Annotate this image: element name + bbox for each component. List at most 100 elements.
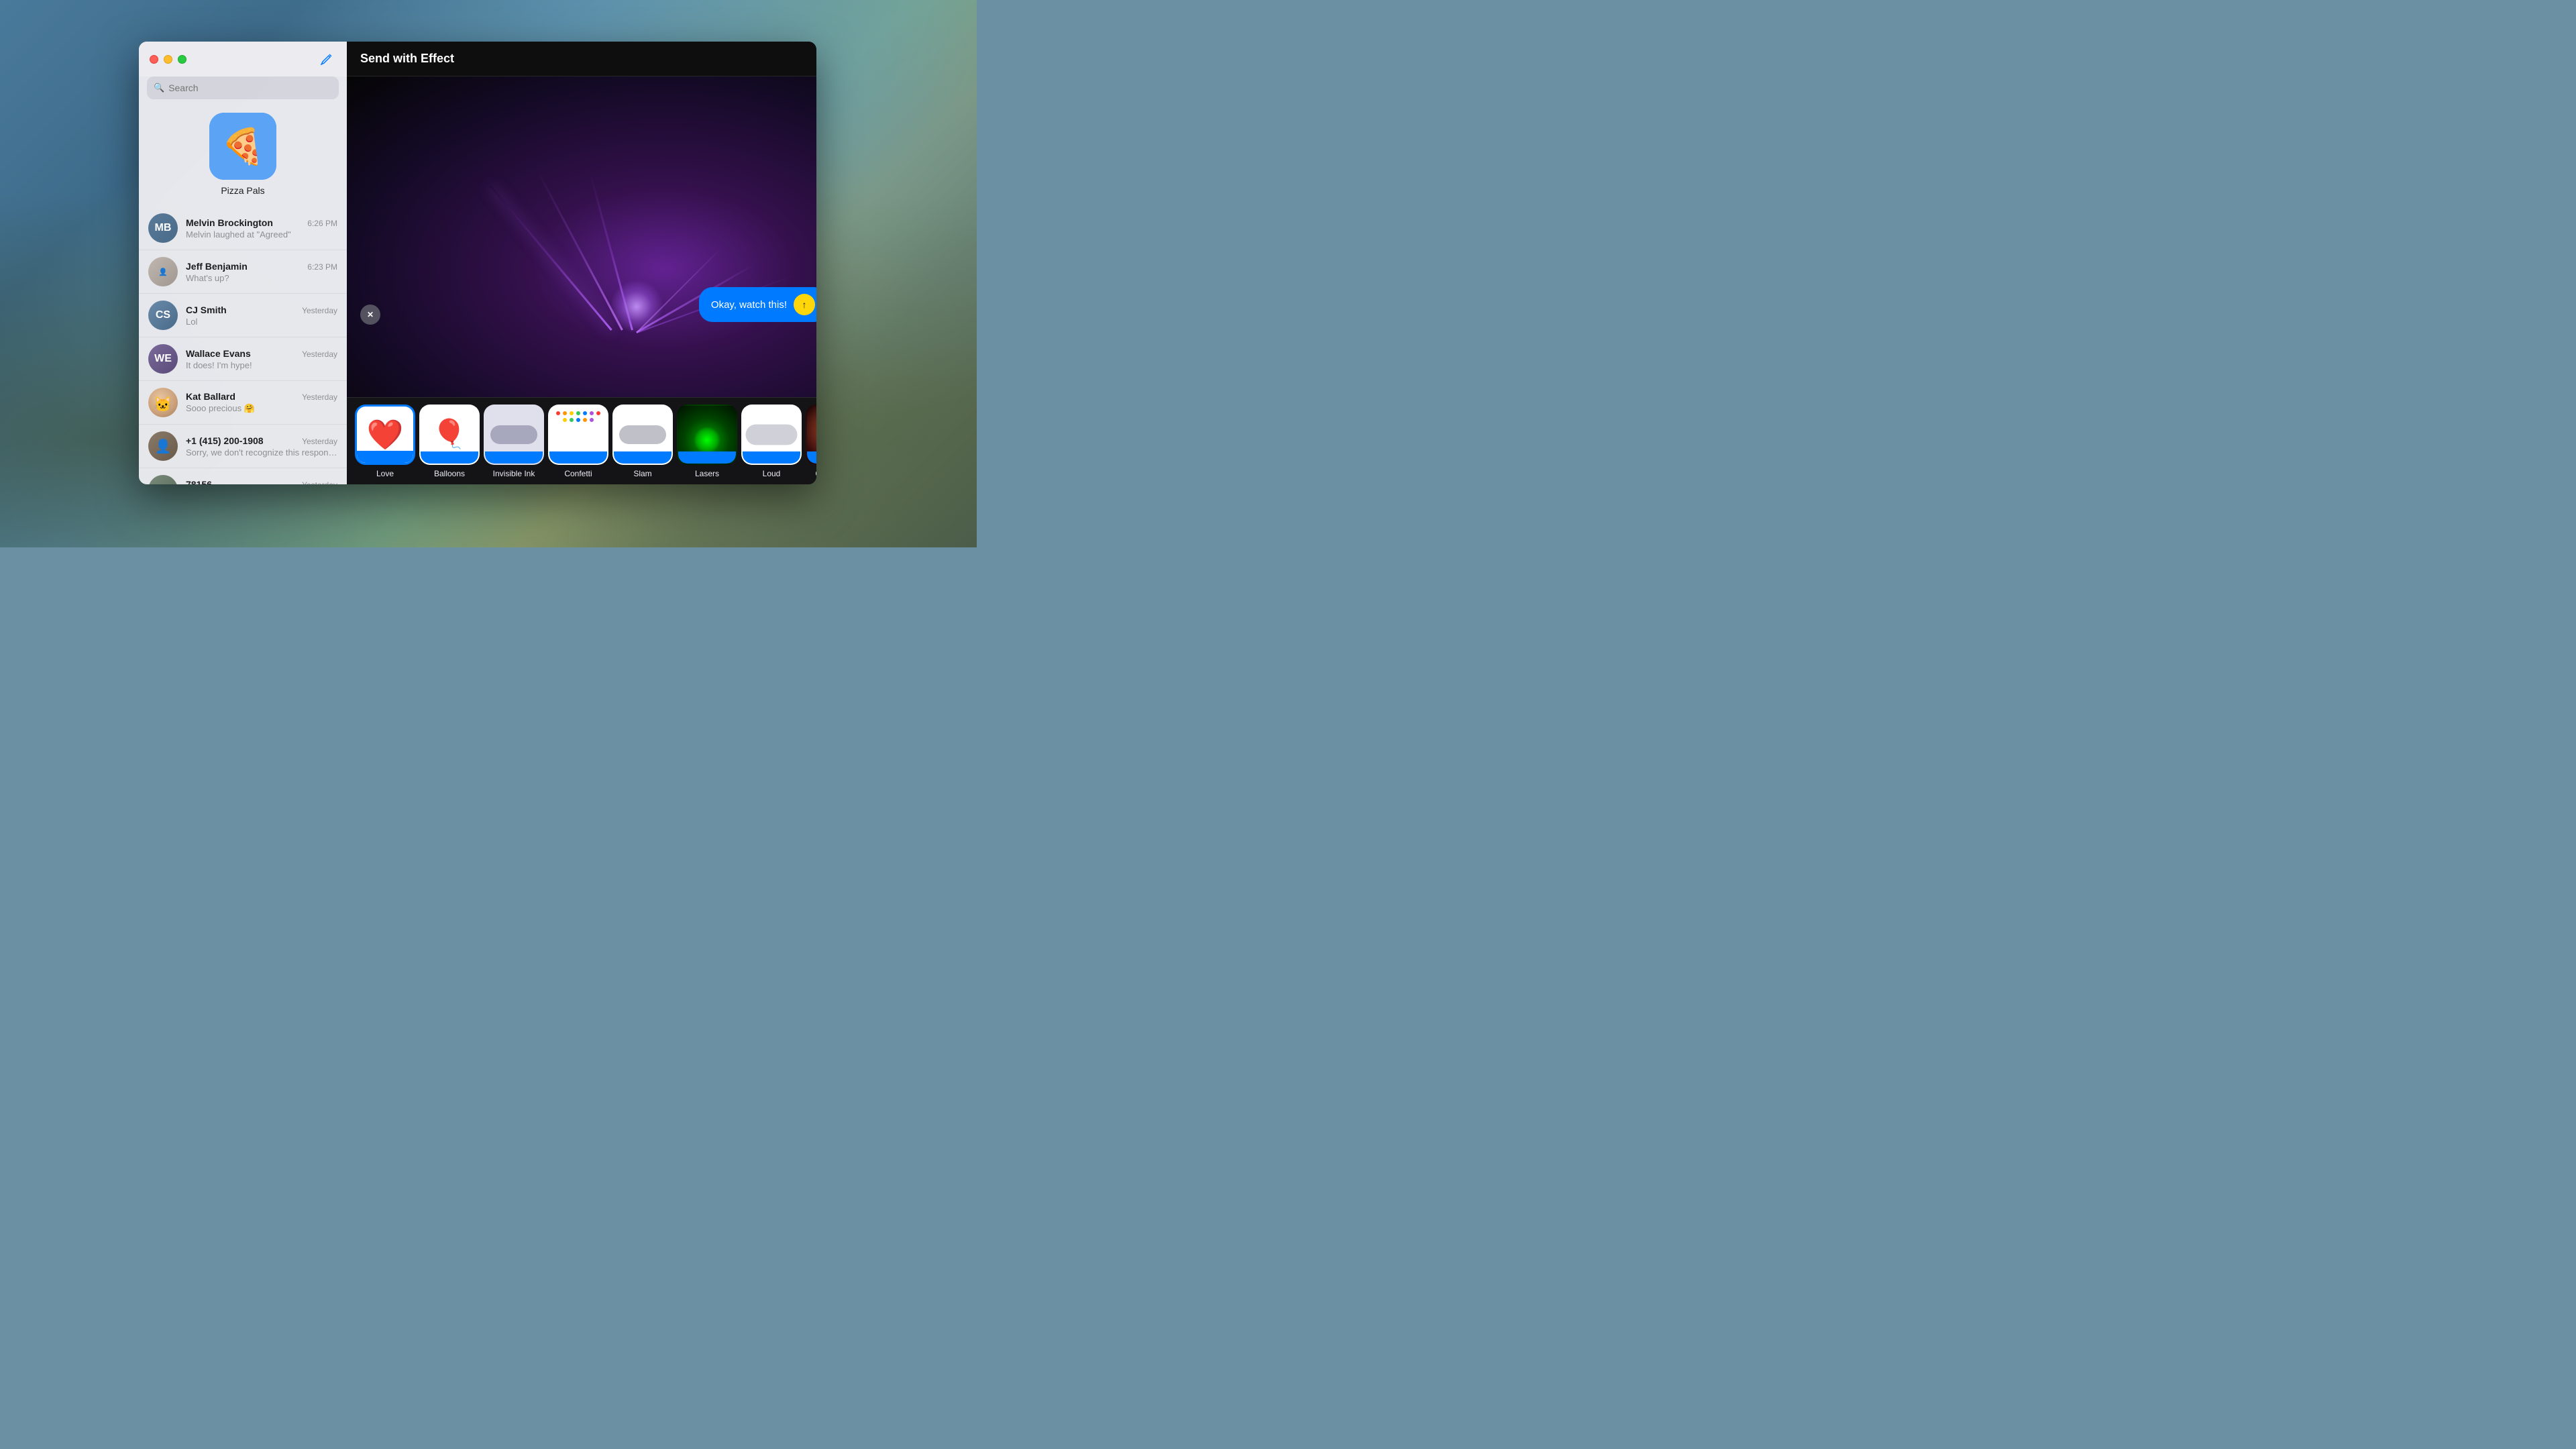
contact-time-78156: Yesterday: [302, 480, 337, 485]
sidebar: 🔍 🍕 Pizza Pals MB Melvin Brockington: [139, 42, 347, 484]
effect-item-celebration[interactable]: Celebration: [806, 405, 816, 478]
effect-thumb-confetti: [548, 405, 608, 465]
contact-preview-cj: Lol: [186, 317, 337, 327]
contact-info-phone: +1 (415) 200-1908 Yesterday Sorry, we do…: [186, 435, 337, 458]
close-icon: ✕: [367, 310, 374, 319]
avatar-melvin: MB: [148, 213, 178, 243]
effect-item-balloons[interactable]: 🎈 Balloons: [419, 405, 480, 478]
avatar-kat: 🐱: [148, 388, 178, 417]
compose-button[interactable]: [317, 50, 336, 68]
watch-this-button[interactable]: Okay, watch this! ↑: [699, 287, 816, 322]
invisible-ink-bar-display: [490, 425, 537, 444]
lasers-glow: [694, 427, 720, 453]
effect-label-love: Love: [376, 469, 394, 478]
balloons-bar: [421, 451, 478, 464]
confetti-bar: [549, 451, 607, 464]
avatar-wallace: WE: [148, 344, 178, 374]
invisible-ink-bar: [485, 451, 543, 464]
contact-name-kat: Kat Ballard: [186, 391, 235, 402]
contact-preview-kat: Sooo precious 🤗: [186, 403, 337, 414]
effect-item-lasers[interactable]: Lasers: [677, 405, 737, 478]
arrow-up-icon: ↑: [802, 299, 807, 310]
contact-preview-wallace: It does! I'm hype!: [186, 360, 337, 370]
contact-preview-jeff: What's up?: [186, 273, 337, 283]
contact-name-jeff: Jeff Benjamin: [186, 261, 248, 272]
effect-label-confetti: Confetti: [564, 469, 592, 478]
contact-item-wallace[interactable]: WE Wallace Evans Yesterday It does! I'm …: [139, 337, 347, 381]
effect-thumb-loud: [741, 405, 802, 465]
search-bar: 🔍: [147, 76, 339, 99]
contact-item-kat[interactable]: 🐱 Kat Ballard Yesterday Sooo precious 🤗: [139, 381, 347, 425]
close-button[interactable]: [150, 55, 158, 64]
contact-item-melvin[interactable]: MB Melvin Brockington 6:26 PM Melvin lau…: [139, 207, 347, 250]
avatar-phone: 👤: [148, 431, 178, 461]
contact-time-kat: Yesterday: [302, 392, 337, 402]
featured-contact-name: Pizza Pals: [221, 185, 264, 196]
contact-name-wallace: Wallace Evans: [186, 348, 251, 359]
send-up-button[interactable]: ↑: [794, 294, 815, 315]
contact-name-cj: CJ Smith: [186, 305, 227, 315]
contact-info-wallace: Wallace Evans Yesterday It does! I'm hyp…: [186, 348, 337, 370]
slam-bar: [614, 451, 672, 464]
avatar-jeff: 👤: [148, 257, 178, 286]
effect-item-confetti[interactable]: Confetti: [548, 405, 608, 478]
effects-row: ❤️ Love 🎈 Balloons Invisible Ink: [347, 397, 816, 484]
featured-contact-pizza-pals[interactable]: 🍕 Pizza Pals: [139, 105, 347, 207]
contact-preview-melvin: Melvin laughed at "Agreed": [186, 229, 337, 239]
contact-item-78156[interactable]: 78156 78156 Yesterday Your ShareGrid ver…: [139, 468, 347, 484]
effect-item-slam[interactable]: Slam: [612, 405, 673, 478]
contact-item-phone[interactable]: 👤 +1 (415) 200-1908 Yesterday Sorry, we …: [139, 425, 347, 468]
loud-bubble: [746, 424, 798, 445]
traffic-lights: [150, 55, 186, 64]
effect-thumb-lasers: [677, 405, 737, 465]
contact-name-melvin: Melvin Brockington: [186, 217, 273, 228]
effect-panel: Send with Effect ✕ Okay, watch this!: [347, 42, 816, 484]
contact-preview-phone: Sorry, we don't recognize this response.…: [186, 447, 337, 458]
balloons-icon: 🎈: [432, 418, 467, 451]
contact-item-cj[interactable]: CS CJ Smith Yesterday Lol: [139, 294, 347, 337]
contact-time-phone: Yesterday: [302, 437, 337, 446]
effect-thumb-invisible-ink: [484, 405, 544, 465]
loud-bar: [743, 451, 800, 464]
search-icon: 🔍: [154, 83, 164, 93]
effect-preview-area: ✕ Okay, watch this! ↑: [347, 76, 816, 397]
heart-icon: ❤️: [367, 417, 404, 452]
effect-thumb-balloons: 🎈: [419, 405, 480, 465]
contact-name-78156: 78156: [186, 479, 212, 485]
love-bar: [357, 451, 413, 463]
effect-label-balloons: Balloons: [434, 469, 465, 478]
contact-info-78156: 78156 Yesterday Your ShareGrid verificat…: [186, 479, 337, 485]
effect-panel-title: Send with Effect: [360, 52, 454, 66]
close-effect-button[interactable]: ✕: [360, 305, 380, 325]
contact-info-melvin: Melvin Brockington 6:26 PM Melvin laughe…: [186, 217, 337, 239]
effect-item-invisible-ink[interactable]: Invisible Ink: [484, 405, 544, 478]
contact-time-jeff: 6:23 PM: [307, 262, 337, 272]
contact-info-kat: Kat Ballard Yesterday Sooo precious 🤗: [186, 391, 337, 414]
avatar-78156: 78156: [148, 475, 178, 484]
contact-item-jeff[interactable]: 👤 Jeff Benjamin 6:23 PM What's up?: [139, 250, 347, 294]
featured-avatar: 🍕: [209, 113, 276, 180]
search-input[interactable]: [168, 83, 332, 93]
sidebar-titlebar: [139, 42, 347, 76]
watch-button-label: Okay, watch this!: [711, 299, 787, 311]
effect-label-lasers: Lasers: [695, 469, 719, 478]
effect-label-loud: Loud: [763, 469, 781, 478]
contact-time-wallace: Yesterday: [302, 350, 337, 359]
contact-list: MB Melvin Brockington 6:26 PM Melvin lau…: [139, 207, 347, 484]
pizza-emoji: 🍕: [221, 126, 265, 167]
effect-item-love[interactable]: ❤️ Love: [355, 405, 415, 478]
lasers-bar: [678, 451, 736, 464]
effect-label-slam: Slam: [633, 469, 651, 478]
effect-thumb-slam: [612, 405, 673, 465]
effect-item-loud[interactable]: Loud: [741, 405, 802, 478]
avatar-cj: CS: [148, 301, 178, 330]
minimize-button[interactable]: [164, 55, 172, 64]
contact-info-cj: CJ Smith Yesterday Lol: [186, 305, 337, 327]
contact-time-melvin: 6:26 PM: [307, 219, 337, 228]
contact-info-jeff: Jeff Benjamin 6:23 PM What's up?: [186, 261, 337, 283]
effect-label-celebration: Celebration: [815, 469, 816, 478]
maximize-button[interactable]: [178, 55, 186, 64]
messages-window: 🔍 🍕 Pizza Pals MB Melvin Brockington: [139, 42, 816, 484]
effect-label-invisible-ink: Invisible Ink: [493, 469, 535, 478]
laser-background: [347, 76, 816, 397]
